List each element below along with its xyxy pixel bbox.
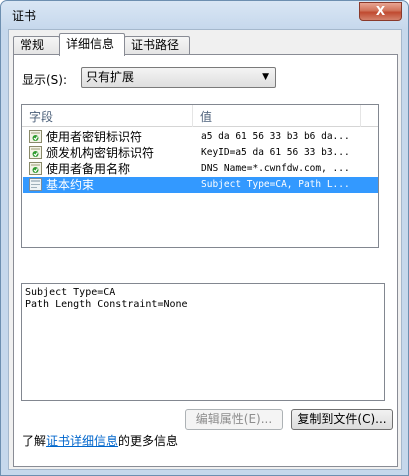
field-value: KeyID=a5 da 61 56 33 b3... bbox=[201, 147, 350, 158]
field-name: 使用者备用名称 bbox=[46, 162, 131, 176]
certificate-extension-icon bbox=[29, 162, 42, 175]
learn-more-text: 了解证书详细信息的更多信息 bbox=[22, 432, 178, 449]
list-header: 字段 值 bbox=[22, 105, 378, 127]
field-value: DNS Name=*.cwnfdw.com, ... bbox=[201, 163, 350, 174]
learn-more-prefix: 了解 bbox=[22, 434, 47, 448]
list-item-selected[interactable]: 基本约束 Subject Type=CA, Path L... bbox=[23, 177, 378, 193]
certificate-extension-icon bbox=[29, 146, 42, 159]
field-name: 使用者密钥标识符 bbox=[46, 130, 143, 144]
dialog-body: 常规 详细信息 证书路径 显示(S): 只有扩展 ▼ 字段 值 使用者密钥标识符… bbox=[8, 29, 402, 470]
column-divider[interactable] bbox=[360, 105, 361, 127]
tab-general-label: 常规 bbox=[20, 38, 45, 52]
tab-details[interactable]: 详细信息 bbox=[59, 33, 125, 56]
show-label: 显示(S): bbox=[22, 73, 68, 87]
detail-line: Subject Type=CA bbox=[25, 287, 116, 298]
field-list[interactable]: 字段 值 使用者密钥标识符 a5 da 61 56 33 b3 b6 da... bbox=[21, 104, 379, 248]
tab-certification-path[interactable]: 证书路径 bbox=[124, 36, 190, 55]
column-divider[interactable] bbox=[192, 105, 193, 127]
list-item[interactable]: 使用者密钥标识符 a5 da 61 56 33 b3 b6 da... bbox=[23, 129, 378, 145]
tab-general[interactable]: 常规 bbox=[13, 36, 60, 55]
copy-to-file-button[interactable]: 复制到文件(C)... bbox=[291, 409, 393, 430]
title-bar: 证书 X bbox=[1, 1, 408, 29]
tab-details-label: 详细信息 bbox=[66, 37, 115, 51]
certificate-dialog: 证书 X 常规 详细信息 证书路径 显示(S): 只有扩展 ▼ 字段 值 使用者… bbox=[0, 0, 409, 476]
field-value: Subject Type=CA, Path L... bbox=[201, 179, 350, 190]
tab-certification-path-label: 证书路径 bbox=[131, 38, 180, 52]
column-header-value[interactable]: 值 bbox=[200, 108, 212, 125]
detail-line: Path Length Constraint=None bbox=[25, 299, 188, 310]
edit-properties-button[interactable]: 编辑属性(E)... bbox=[185, 409, 283, 430]
critical-extension-icon bbox=[29, 178, 42, 191]
field-value: a5 da 61 56 33 b3 b6 da... bbox=[201, 131, 350, 142]
learn-more-suffix: 的更多信息 bbox=[118, 434, 179, 448]
window-title: 证书 bbox=[12, 9, 37, 23]
show-dropdown[interactable]: 只有扩展 ▼ bbox=[81, 67, 276, 88]
field-name: 基本约束 bbox=[46, 178, 95, 192]
field-name: 颁发机构密钥标识符 bbox=[46, 146, 155, 160]
field-detail-box[interactable]: Subject Type=CA Path Length Constraint=No… bbox=[21, 283, 385, 401]
certificate-extension-icon bbox=[29, 130, 42, 143]
close-button[interactable]: X bbox=[359, 2, 402, 21]
close-icon: X bbox=[375, 4, 386, 18]
list-item[interactable]: 使用者备用名称 DNS Name=*.cwnfdw.com, ... bbox=[23, 161, 378, 177]
certificate-details-link[interactable]: 证书详细信息 bbox=[46, 434, 118, 448]
list-item[interactable]: 颁发机构密钥标识符 KeyID=a5 da 61 56 33 b3... bbox=[23, 145, 378, 161]
details-panel: 显示(S): 只有扩展 ▼ 字段 值 使用者密钥标识符 a5 da 61 56 … bbox=[13, 54, 398, 467]
show-dropdown-value: 只有扩展 bbox=[86, 70, 135, 84]
column-header-field[interactable]: 字段 bbox=[29, 108, 53, 125]
chevron-down-icon: ▼ bbox=[262, 72, 269, 82]
